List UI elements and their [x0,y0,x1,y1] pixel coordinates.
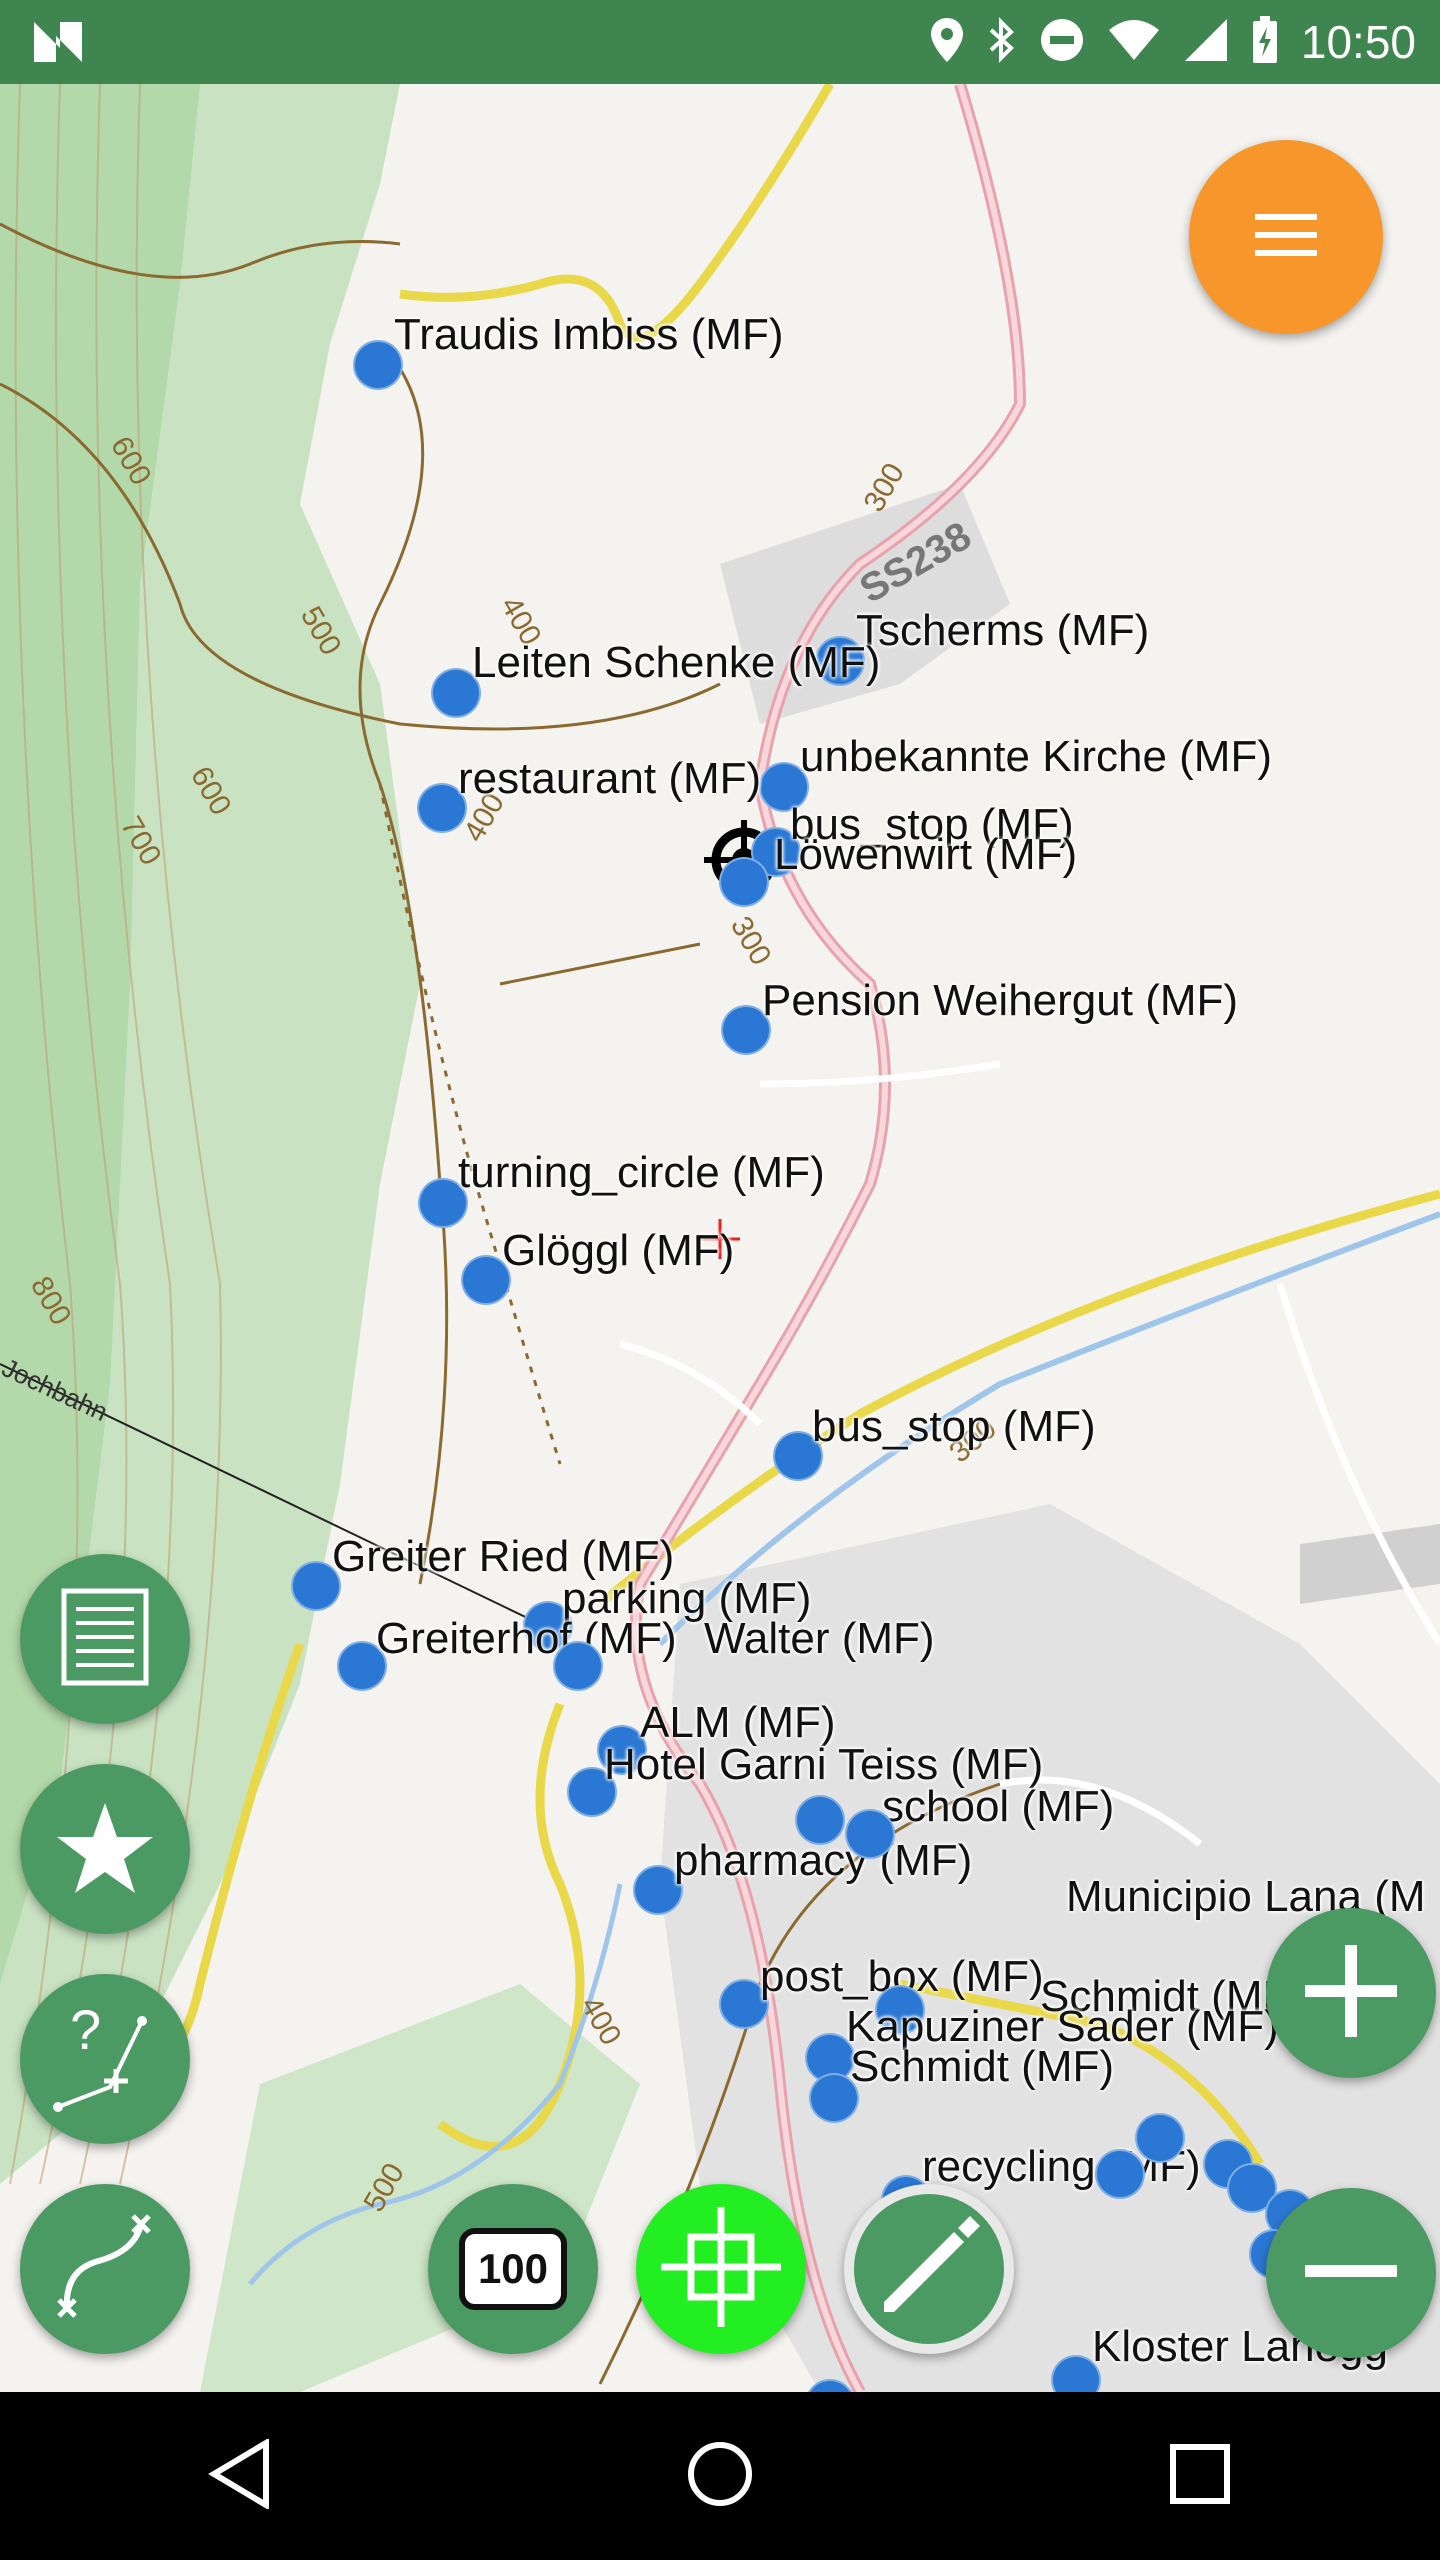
back-triangle-icon [208,2437,272,2514]
poi-marker[interactable] [1135,2113,1185,2163]
poi-label: Walter (MF) [704,1614,935,1663]
signal-icon [1183,17,1229,68]
poi-label: Glöggl (MF) [502,1226,735,1275]
map-view[interactable]: 600 500 400 600 700 400 300 300 800 300 … [0,84,1440,2392]
measure-distance-icon: ? [50,1997,160,2122]
poi-label: Greiterhof (MF) [376,1614,677,1663]
crosshair-icon [661,2206,781,2332]
bluetooth-icon [987,16,1017,69]
favorites-button[interactable] [20,1764,190,1934]
poi-marker[interactable] [845,1809,895,1859]
home-circle-icon [685,2439,755,2514]
home-button[interactable] [660,2416,780,2536]
zoom-in-button[interactable] [1266,1908,1436,2078]
clock: 10:50 [1300,16,1416,68]
svg-text:?: ? [70,1998,101,2061]
back-button[interactable] [180,2416,300,2536]
poi-label: Leiten Schenke (MF) [472,638,881,687]
poi-label: pharmacy (MF) [674,1836,973,1885]
battery-charging-icon [1251,15,1279,70]
poi-label: school (MF) [882,1782,1115,1831]
minus-icon [1301,2261,1401,2286]
recents-square-icon [1168,2442,1232,2511]
status-bar: 10:50 [0,0,1440,84]
location-icon [929,16,965,69]
poi-label: Traudis Imbiss (MF) [394,310,784,359]
poi-marker[interactable] [1095,2149,1145,2199]
poi-label: Tscherms (MF) [856,606,1150,655]
system-navigation-bar [0,2392,1440,2560]
menu-button[interactable] [1189,140,1383,334]
measure-button[interactable]: ? [20,1974,190,2144]
track-list-button[interactable] [20,1554,190,1724]
edit-button[interactable] [844,2184,1014,2354]
plus-icon [1301,1941,1401,2046]
poi-marker[interactable] [553,1641,603,1691]
route-button[interactable] [20,2184,190,2354]
document-list-icon [60,1587,150,1692]
n-logo-icon [30,18,86,71]
poi-label: bus_stop (MF) [812,1402,1096,1451]
scale-button[interactable]: 100 [428,2184,598,2354]
do-not-disturb-icon [1039,17,1085,68]
poi-label: unbekannte Kirche (MF) [800,732,1272,781]
pencil-icon [874,2212,984,2327]
scale-label: 100 [459,2228,567,2310]
wifi-icon [1107,18,1161,67]
route-curve-icon [55,2212,155,2327]
poi-marker[interactable] [719,857,769,907]
center-map-button[interactable] [636,2184,806,2354]
poi-label: restaurant (MF) [458,754,762,803]
poi-label: Löwenwirt (MF) [774,830,1078,879]
hamburger-menu-icon [1251,210,1321,265]
star-icon [55,1799,155,1900]
contour-label: 300 [724,911,778,971]
zoom-out-button[interactable] [1266,2188,1436,2358]
poi-label: Schmidt (MF) [850,2042,1114,2091]
poi-label: turning_circle (MF) [458,1148,825,1197]
recents-button[interactable] [1140,2416,1260,2536]
poi-label: Pension Weihergut (MF) [762,976,1239,1025]
